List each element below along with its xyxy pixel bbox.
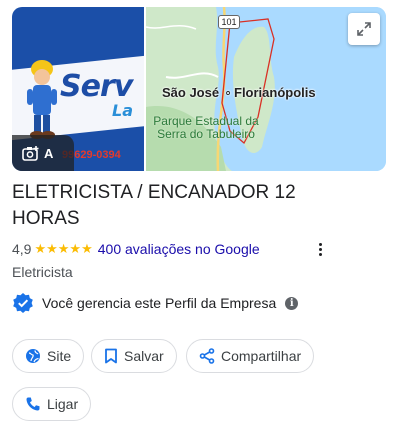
location-map[interactable]: 101 São José ∘ Florianópolis Parque Esta… bbox=[146, 7, 386, 171]
share-label: Compartilhar bbox=[221, 348, 302, 364]
rating-value: 4,9 bbox=[12, 241, 32, 257]
more-dot-icon bbox=[318, 252, 322, 256]
more-dot-icon bbox=[318, 242, 322, 246]
verified-badge-icon bbox=[13, 293, 33, 313]
more-options-button[interactable] bbox=[312, 240, 328, 258]
reviews-link[interactable]: 400 avaliações no Google bbox=[98, 241, 260, 257]
camera-plus-icon bbox=[22, 146, 39, 161]
photo-brand-subtext: La bbox=[112, 101, 133, 120]
media-strip: Serv La 99629-0394 A 101 São José ∘ Flor… bbox=[12, 7, 386, 171]
more-dot-icon bbox=[318, 247, 322, 251]
call-label: Ligar bbox=[47, 396, 79, 412]
map-city-label-2: Florianópolis bbox=[234, 85, 316, 100]
save-button[interactable]: Salvar bbox=[91, 339, 177, 373]
call-button[interactable]: Ligar bbox=[12, 387, 92, 421]
business-category: Eletricista bbox=[12, 264, 73, 280]
save-label: Salvar bbox=[124, 348, 164, 364]
site-label: Site bbox=[47, 348, 72, 364]
info-icon[interactable]: i bbox=[285, 296, 299, 310]
rating-row: 4,9 ★★★★★ 400 avaliações no Google bbox=[12, 240, 260, 258]
expand-map-button[interactable] bbox=[348, 13, 380, 45]
bookmark-icon bbox=[105, 348, 117, 364]
managed-profile-row: Você gerencia este Perfil da Empresa i bbox=[12, 292, 299, 314]
map-pin-icon: ∘ bbox=[224, 85, 233, 100]
site-button[interactable]: Site bbox=[12, 339, 85, 373]
share-button[interactable]: Compartilhar bbox=[186, 339, 315, 373]
route-shield: 101 bbox=[218, 15, 240, 29]
expand-icon bbox=[357, 22, 371, 36]
photo-brand-text: Serv bbox=[60, 69, 133, 104]
star-rating-icon: ★★★★★ bbox=[34, 241, 93, 256]
phone-icon bbox=[26, 397, 40, 411]
map-city-label-1: São José bbox=[162, 85, 220, 100]
add-photo-label: A bbox=[44, 145, 54, 161]
business-photo[interactable]: Serv La 99629-0394 A bbox=[12, 7, 144, 171]
share-icon bbox=[199, 348, 215, 364]
worker-mascot-icon bbox=[27, 60, 57, 139]
business-title: ELETRICISTA / ENCANADOR 12 HORAS bbox=[12, 182, 296, 229]
add-photo-button[interactable]: A bbox=[12, 135, 74, 171]
managed-profile-text: Você gerencia este Perfil da Empresa bbox=[42, 295, 277, 311]
map-park-label: Parque Estadual da Serra do Tabuleiro bbox=[153, 114, 259, 141]
globe-icon bbox=[26, 349, 40, 363]
